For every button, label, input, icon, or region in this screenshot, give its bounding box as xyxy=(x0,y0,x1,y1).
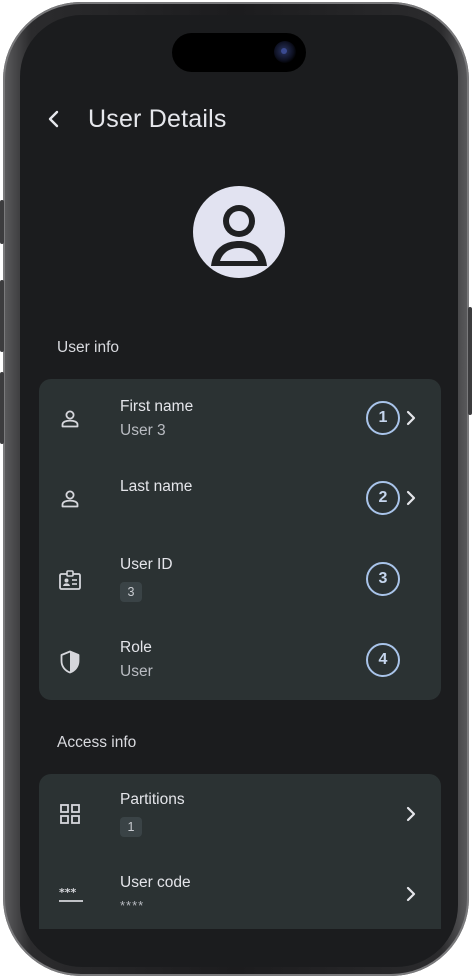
volume-down-button xyxy=(0,372,4,444)
dynamic-island xyxy=(172,33,306,72)
partitions-label: Partitions xyxy=(120,791,185,808)
annotation-badge-4: 4 xyxy=(366,643,400,677)
grid-icon xyxy=(57,801,83,827)
person-outline-icon xyxy=(57,406,83,432)
user-code-label: User code xyxy=(120,874,191,891)
svg-text:***: *** xyxy=(59,886,77,899)
list-item-first-name[interactable]: First name User 3 1 xyxy=(39,379,441,459)
phone-frame: User Details User info First name User 3… xyxy=(0,2,472,976)
user-code-value: **** xyxy=(120,898,145,913)
chevron-right-icon[interactable] xyxy=(401,408,421,428)
role-value: User xyxy=(120,663,153,680)
user-info-card: First name User 3 1 Last name 2 User ID … xyxy=(39,379,441,700)
chevron-right-icon[interactable] xyxy=(401,488,421,508)
annotation-badge-2: 2 xyxy=(366,481,400,515)
password-icon: *** xyxy=(57,883,85,909)
front-camera xyxy=(274,41,296,63)
list-item-partitions[interactable]: Partitions 1 xyxy=(39,774,441,854)
first-name-value: User 3 xyxy=(120,422,166,439)
action-button xyxy=(0,200,4,244)
id-card-icon xyxy=(57,567,83,593)
power-button xyxy=(468,307,472,415)
top-app-bar: User Details xyxy=(20,99,458,139)
chevron-right-icon[interactable] xyxy=(401,804,421,824)
partitions-chip: 1 xyxy=(120,817,142,837)
chevron-right-icon[interactable] xyxy=(401,884,421,904)
page-title: User Details xyxy=(88,105,227,133)
role-label: Role xyxy=(120,639,152,656)
list-item-user-code[interactable]: *** User code **** xyxy=(39,854,441,934)
list-item-role: Role User 4 xyxy=(39,619,441,700)
access-info-section-label: Access info xyxy=(57,734,137,751)
chevron-left-icon xyxy=(48,110,59,128)
list-item-user-id: User ID 3 3 xyxy=(39,539,441,619)
annotation-badge-1: 1 xyxy=(366,401,400,435)
first-name-label: First name xyxy=(120,398,194,415)
user-id-chip: 3 xyxy=(120,582,142,602)
volume-up-button xyxy=(0,280,4,352)
bottom-safe-area xyxy=(20,929,458,967)
shield-icon xyxy=(57,649,83,675)
last-name-label: Last name xyxy=(120,478,193,495)
annotation-badge-3: 3 xyxy=(366,562,400,596)
avatar xyxy=(193,186,285,278)
user-info-section-label: User info xyxy=(57,339,120,356)
back-button[interactable] xyxy=(40,105,68,133)
app-screen: User Details User info First name User 3… xyxy=(20,15,458,967)
list-item-last-name[interactable]: Last name 2 xyxy=(39,459,441,539)
user-id-label: User ID xyxy=(120,556,173,573)
person-outline-icon xyxy=(57,486,83,512)
person-icon xyxy=(211,205,267,266)
